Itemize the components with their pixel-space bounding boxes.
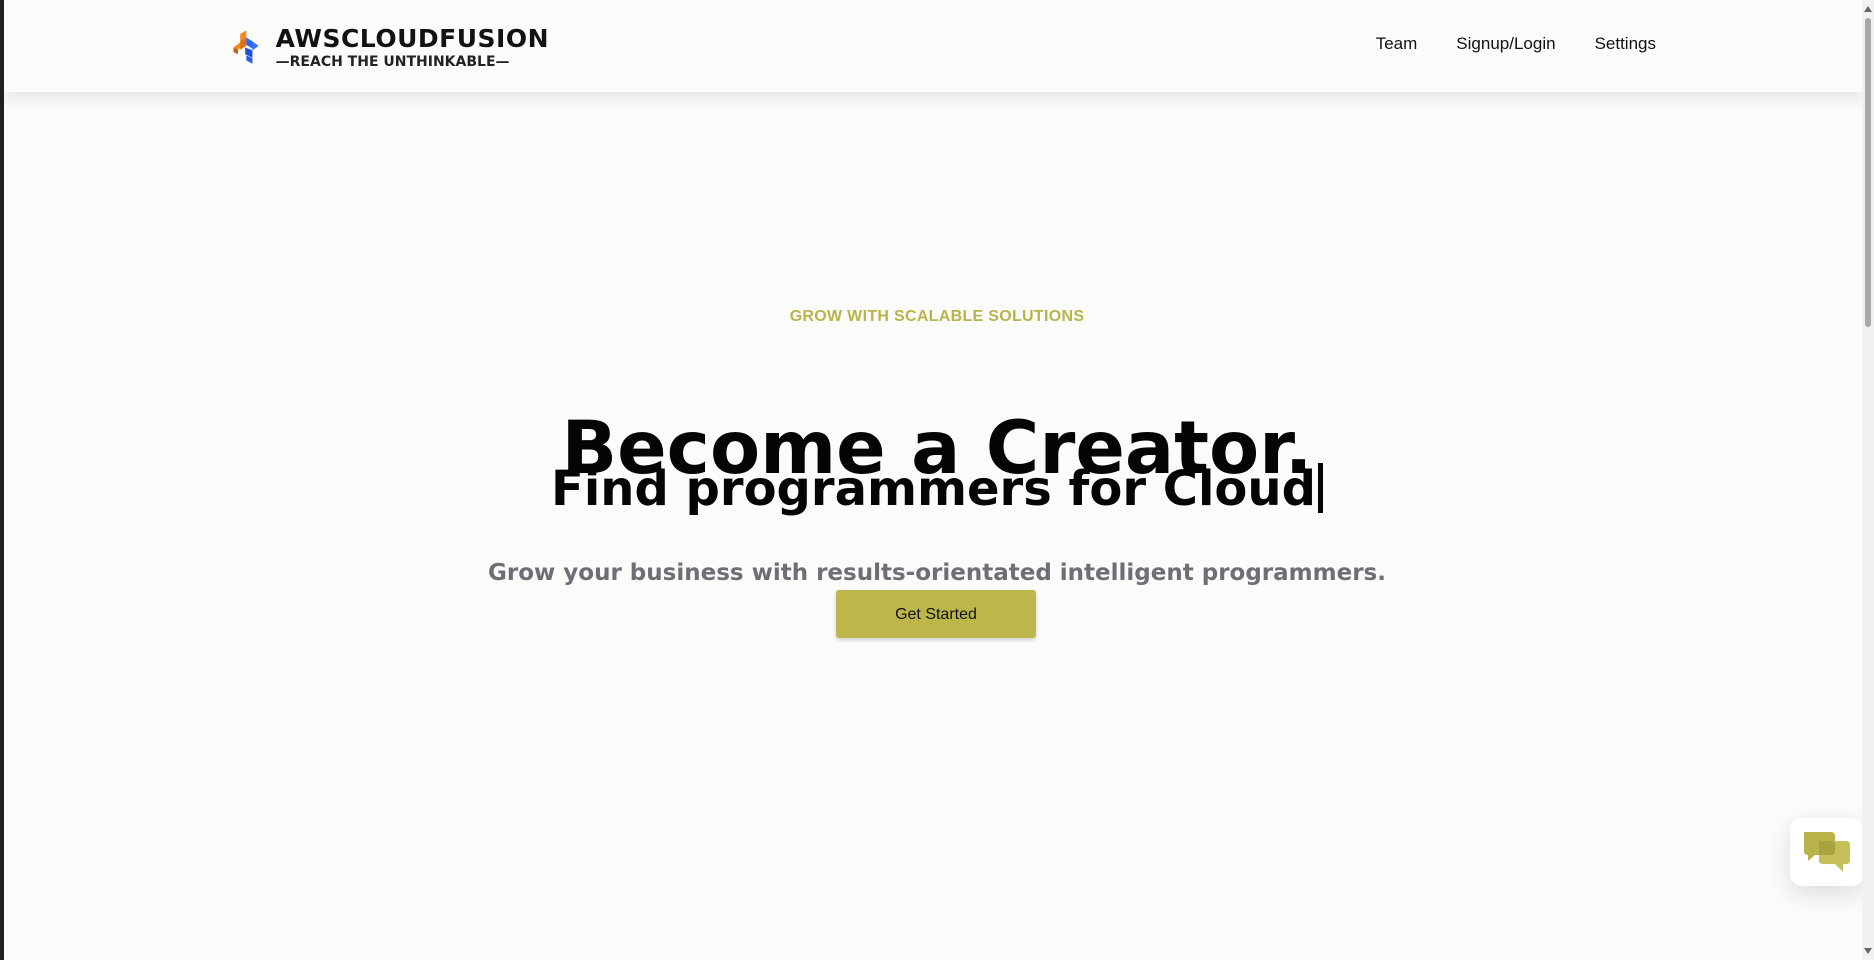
nav-team-link[interactable]: Team xyxy=(1376,30,1418,58)
chat-bubbles-icon xyxy=(1804,832,1850,872)
get-started-button[interactable]: Get Started xyxy=(836,590,1036,638)
site-header: AWSCLOUDFUSION —REACH THE UNTHINKABLE— T… xyxy=(4,0,1866,92)
typing-cursor xyxy=(1317,463,1323,513)
typed-headline: Find programmers for Cloud xyxy=(4,458,1870,520)
brand-name: AWSCLOUDFUSION xyxy=(275,24,549,53)
scroll-thumb[interactable] xyxy=(1865,18,1871,327)
chat-widget-button[interactable] xyxy=(1790,818,1864,886)
typed-text: Find programmers for Cloud xyxy=(551,461,1316,517)
awscloudfusion-logo-icon xyxy=(233,30,259,64)
nav-settings-link[interactable]: Settings xyxy=(1595,30,1656,58)
vertical-scrollbar[interactable] xyxy=(1862,0,1874,960)
nav-signup-login-link[interactable]: Signup/Login xyxy=(1456,30,1555,58)
brand-tagline: —REACH THE UNTHINKABLE— xyxy=(275,54,510,70)
scroll-up-icon[interactable] xyxy=(1864,6,1872,12)
hero-eyebrow: GROW WITH SCALABLE SOLUTIONS xyxy=(789,308,1085,325)
scroll-down-icon[interactable] xyxy=(1864,948,1872,954)
landing-page: AWSCLOUDFUSION —REACH THE UNTHINKABLE— T… xyxy=(0,0,1874,960)
primary-nav: Team Signup/Login Settings xyxy=(1376,30,1656,58)
brand[interactable]: AWSCLOUDFUSION —REACH THE UNTHINKABLE— xyxy=(229,16,549,78)
brand-text: AWSCLOUDFUSION —REACH THE UNTHINKABLE— xyxy=(276,24,549,70)
hero-description: Grow your business with results-orientat… xyxy=(488,560,1386,586)
